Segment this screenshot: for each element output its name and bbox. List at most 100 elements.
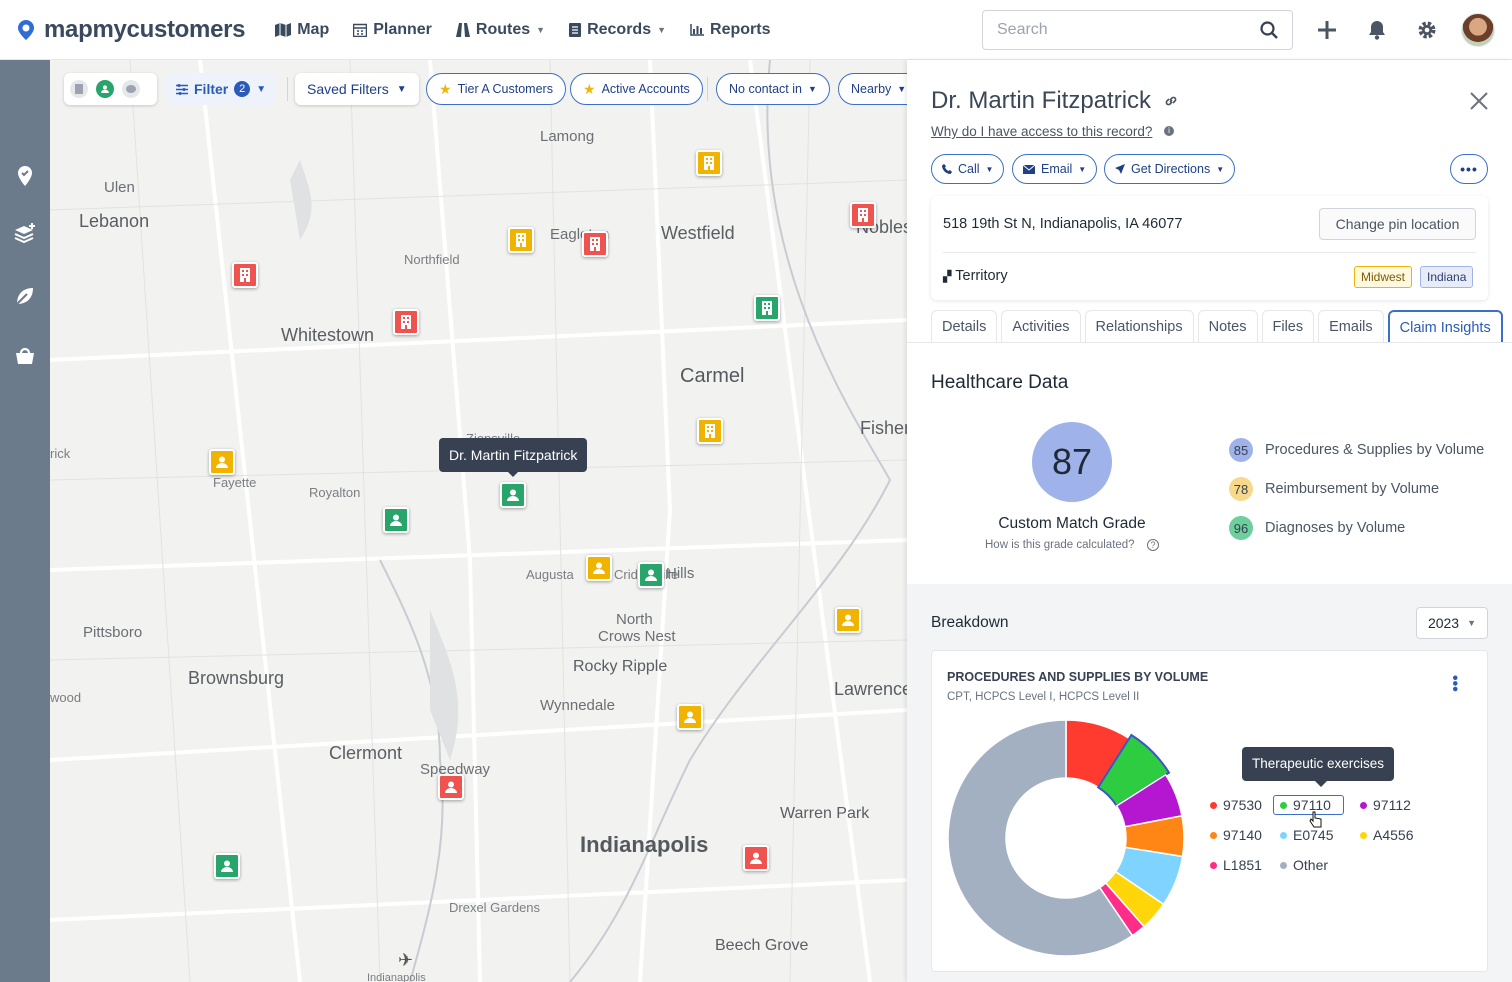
territory-tag-indiana[interactable]: Indiana — [1420, 266, 1474, 288]
access-link[interactable]: Why do I have access to this record? — [931, 124, 1152, 139]
map-label: Warren Park — [780, 805, 870, 822]
chip-label: Nearby — [851, 82, 892, 96]
star-icon: ★ — [439, 80, 452, 97]
map-label: Northfield — [404, 252, 460, 267]
avatar[interactable] — [1461, 13, 1495, 47]
no-contact-dropdown[interactable]: No contact in ▼ — [716, 73, 830, 105]
search-input[interactable] — [997, 21, 1260, 39]
grade-circle: 87 — [1032, 422, 1112, 502]
legend-item-97112[interactable]: 97112 — [1360, 797, 1411, 813]
territory-tag-midwest[interactable]: Midwest — [1354, 266, 1413, 288]
map-pin-person[interactable] — [209, 449, 235, 475]
basket-icon[interactable] — [13, 343, 37, 367]
tab-files[interactable]: Files — [1261, 310, 1315, 342]
layers-add-icon[interactable] — [13, 222, 37, 246]
donut-chart[interactable] — [941, 713, 1191, 963]
brand-name: mapmycustomers — [44, 15, 246, 43]
map-pin-person[interactable] — [677, 704, 703, 730]
map-canvas[interactable]: Lamong Ulen Lebanon Northfield Eagleton … — [50, 60, 907, 982]
chart-tooltip: Therapeutic exercises — [1242, 747, 1395, 781]
map-pin-person[interactable] — [214, 853, 240, 879]
legend-item-97140[interactable]: 97140 — [1210, 827, 1262, 843]
tab-relationships[interactable]: Relationships — [1084, 310, 1194, 342]
location-pin-icon[interactable] — [13, 164, 37, 188]
bell-icon[interactable] — [1365, 18, 1389, 42]
person-toggle-icon[interactable] — [96, 80, 114, 98]
legend-item-a4556[interactable]: A4556 — [1360, 827, 1413, 843]
tab-activities[interactable]: Activities — [1001, 310, 1081, 342]
more-actions-button[interactable]: ••• — [1450, 154, 1488, 184]
saved-filters-dropdown[interactable]: Saved Filters ▼ — [295, 73, 419, 105]
call-label: Call — [958, 162, 980, 176]
leaf-icon[interactable] — [13, 284, 37, 308]
email-button[interactable]: Email ▼ — [1012, 154, 1098, 184]
filter-count-badge: 2 — [234, 81, 251, 97]
map-pin-person[interactable] — [586, 555, 612, 581]
map-label: Beech Grove — [715, 937, 809, 954]
year-select[interactable]: 2023 ▼ — [1416, 607, 1488, 639]
map-pin-company[interactable] — [754, 295, 780, 321]
map-pin-company[interactable] — [850, 202, 876, 228]
map-pin-company[interactable] — [508, 227, 534, 253]
map-icon — [275, 22, 292, 37]
company-toggle-icon[interactable] — [70, 80, 88, 98]
tab-details[interactable]: Details — [931, 310, 998, 342]
call-button[interactable]: Call ▼ — [931, 154, 1005, 184]
map-pin-person[interactable] — [438, 774, 464, 800]
map-pin-person[interactable] — [638, 562, 664, 588]
tab-claim-insights[interactable]: Claim Insights — [1387, 310, 1503, 342]
nearby-dropdown[interactable]: Nearby ▼ — [838, 73, 907, 105]
map-pin-company[interactable] — [232, 262, 258, 288]
legend-item-e0745[interactable]: E0745 — [1280, 827, 1333, 843]
subgrade-item: 96 Diagnoses by Volume — [1229, 516, 1405, 540]
map-label: North — [616, 611, 653, 628]
legend-item-other[interactable]: Other — [1280, 857, 1328, 873]
deal-toggle-icon[interactable] — [122, 80, 140, 98]
filter-button[interactable]: Filter 2 ▼ — [166, 73, 277, 105]
legend-item-l1851[interactable]: L1851 — [1210, 857, 1262, 873]
map-label: Lamong — [540, 128, 595, 145]
subgrade-label: Diagnoses by Volume — [1265, 520, 1406, 536]
map-label: Clermont — [329, 743, 403, 763]
nav-item-reports[interactable]: Reports — [690, 21, 770, 39]
close-icon[interactable] — [1470, 92, 1488, 110]
change-pin-button[interactable]: Change pin location — [1319, 208, 1476, 240]
map-label: Lebanon — [79, 211, 150, 231]
legend-swatch — [1280, 861, 1287, 869]
map-label: wood — [50, 690, 82, 705]
map-pin-person[interactable] — [383, 507, 409, 533]
legend-swatch — [1210, 801, 1217, 809]
map-pin-person[interactable] — [743, 845, 769, 871]
map-pin-company[interactable] — [696, 150, 722, 176]
map-label: Crows Nest — [598, 628, 676, 645]
nav-item-planner[interactable]: Planner — [353, 21, 432, 39]
chart-subtitle: CPT, HCPCS Level I, HCPCS Level II — [947, 691, 1140, 703]
plus-icon[interactable] — [1315, 18, 1339, 42]
nav-item-records[interactable]: Records ▼ — [569, 21, 666, 39]
legend-swatch — [1280, 801, 1287, 809]
chip-active-accounts[interactable]: ★ Active Accounts — [570, 73, 703, 105]
search-icon[interactable] — [1260, 21, 1278, 39]
left-sidebar — [0, 60, 50, 982]
link-icon[interactable] — [1164, 94, 1178, 108]
info-icon[interactable]: i — [1164, 126, 1174, 136]
legend-item-97530[interactable]: 97530 — [1210, 797, 1262, 813]
chip-tier-a-customers[interactable]: ★ Tier A Customers — [426, 73, 566, 105]
gear-icon[interactable] — [1415, 18, 1439, 42]
tab-emails[interactable]: Emails — [1318, 310, 1384, 342]
nav-item-map[interactable]: Map — [275, 21, 329, 39]
map-pin-company[interactable] — [393, 309, 419, 335]
tab-notes[interactable]: Notes — [1197, 310, 1258, 342]
map-pin-person[interactable] — [835, 607, 861, 633]
get-directions-button[interactable]: Get Directions ▼ — [1104, 154, 1236, 184]
grade-help-link[interactable]: How is this grade calculated? — [985, 539, 1135, 551]
nav-item-routes[interactable]: Routes ▼ — [455, 21, 545, 39]
help-icon[interactable]: ? — [1147, 539, 1159, 551]
map-pin-company[interactable] — [697, 418, 723, 444]
map-pin-person-selected[interactable] — [500, 482, 526, 508]
brand-logo[interactable]: mapmycustomers — [14, 15, 246, 44]
map-label: Fishers — [860, 418, 907, 438]
kebab-menu-icon[interactable]: ••• — [1446, 675, 1463, 692]
airport-icon: ✈ — [398, 950, 414, 970]
map-pin-company[interactable] — [582, 231, 608, 257]
